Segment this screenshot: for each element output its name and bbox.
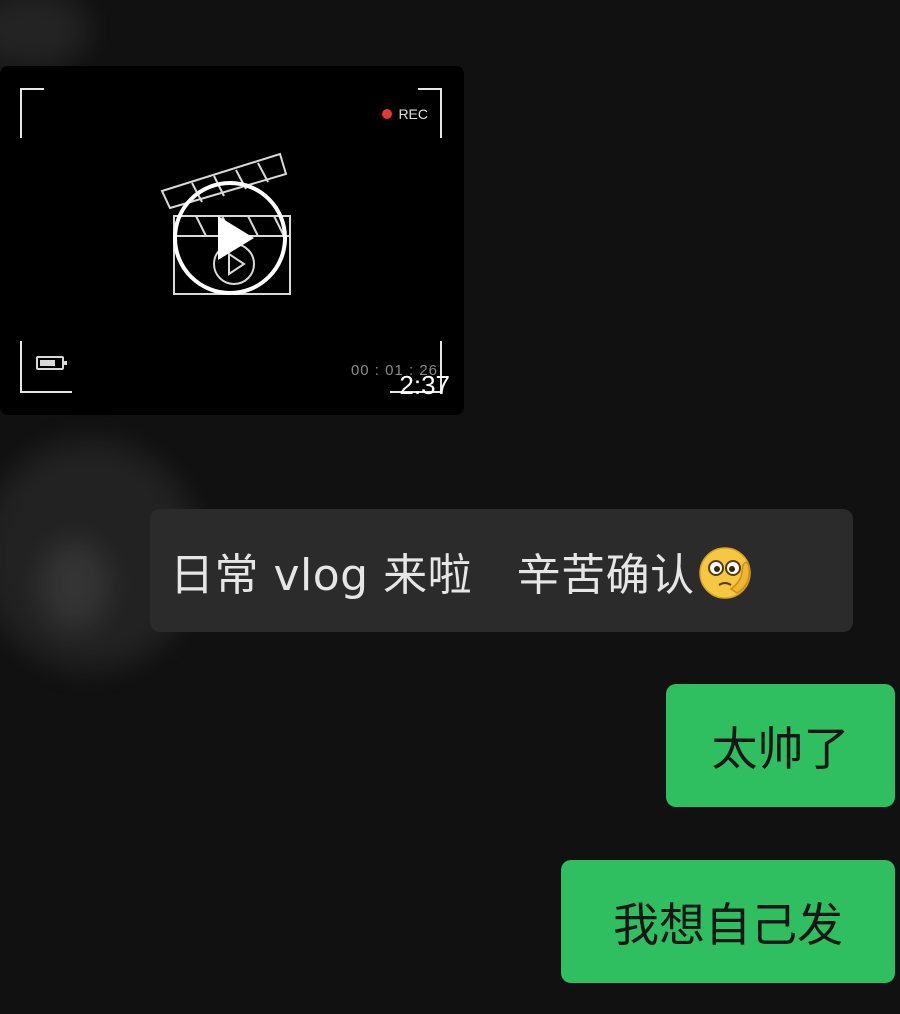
play-icon[interactable] xyxy=(172,180,288,296)
rec-dot-icon xyxy=(382,109,393,119)
rec-label: REC xyxy=(398,106,428,122)
thinking-face-icon xyxy=(698,546,751,599)
background-smudge xyxy=(0,0,90,70)
video-message[interactable]: REC 00 : 01 : 26 2:37 xyxy=(0,66,464,415)
viewfinder-corner xyxy=(20,88,44,138)
rec-indicator: REC xyxy=(382,106,428,122)
outgoing-message-bubble[interactable]: 我想自己发 xyxy=(561,860,895,983)
outgoing-message-bubble[interactable]: 太帅了 xyxy=(666,684,895,807)
outgoing-message-text: 太帅了 xyxy=(711,721,850,776)
incoming-message-bubble[interactable]: 日常 vlog 来啦 辛苦确认 xyxy=(150,509,853,632)
background-smudge xyxy=(40,540,110,630)
video-duration: 2:37 xyxy=(399,370,450,400)
outgoing-message-text: 我想自己发 xyxy=(613,897,843,952)
incoming-message-text: 日常 vlog 来啦 辛苦确认 xyxy=(170,549,695,601)
battery-icon xyxy=(36,356,67,370)
